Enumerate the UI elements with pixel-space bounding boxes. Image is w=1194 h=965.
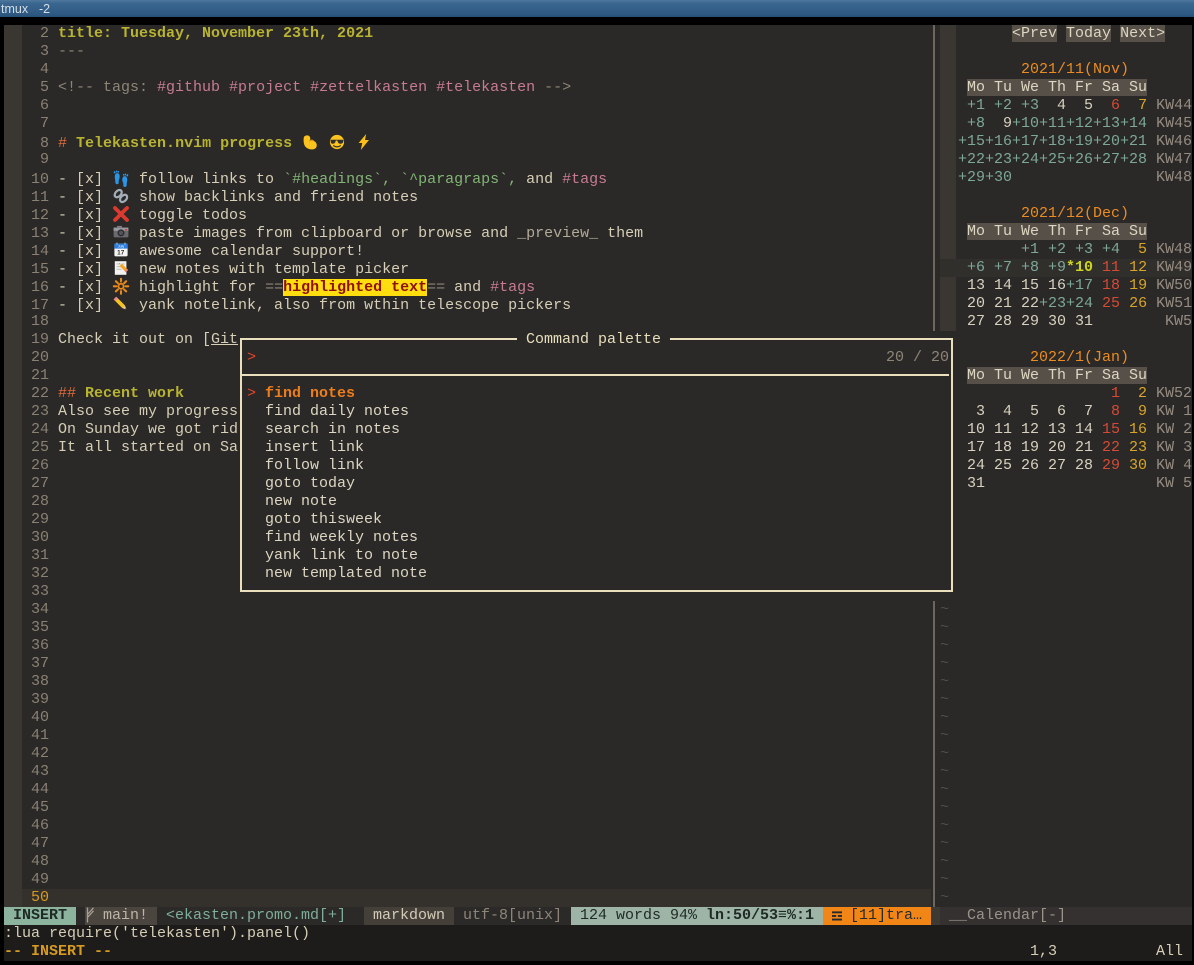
svg-text:July: July xyxy=(118,245,125,249)
svg-text:17: 17 xyxy=(117,249,125,256)
